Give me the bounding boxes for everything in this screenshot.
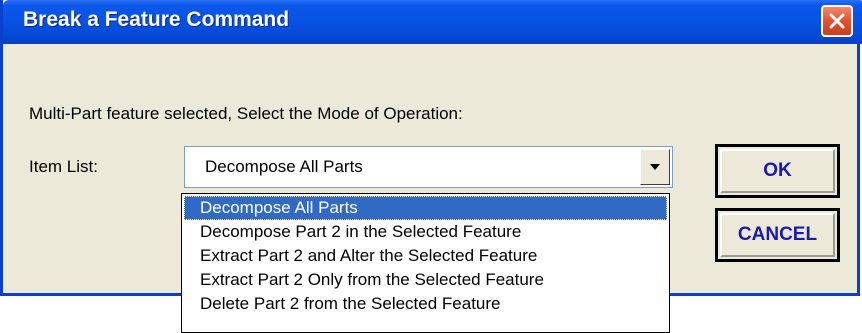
cancel-button[interactable]: CANCEL xyxy=(715,208,840,262)
cancel-button-label: CANCEL xyxy=(737,224,818,245)
dropdown-option[interactable]: Extract Part 2 Only from the Selected Fe… xyxy=(184,268,667,292)
prompt-text: Multi-Part feature selected, Select the … xyxy=(29,104,463,123)
close-button[interactable] xyxy=(821,5,853,37)
close-icon xyxy=(829,13,845,29)
dropdown-option[interactable]: Decompose All Parts xyxy=(184,196,667,220)
item-list-selected-value: Decompose All Parts xyxy=(205,157,363,176)
dropdown-option[interactable]: Decompose Part 2 in the Selected Feature xyxy=(184,220,667,244)
ok-button-label: OK xyxy=(763,160,792,181)
item-list-dropdown: Decompose All Parts Decompose Part 2 in … xyxy=(181,193,670,333)
item-list-combobox[interactable]: Decompose All Parts xyxy=(184,146,673,188)
chevron-down-icon xyxy=(650,164,660,170)
dropdown-option[interactable]: Delete Part 2 from the Selected Feature xyxy=(184,292,667,316)
dropdown-option[interactable]: Extract Part 2 and Alter the Selected Fe… xyxy=(184,244,667,268)
item-list-label: Item List: xyxy=(29,157,98,176)
dropdown-button[interactable] xyxy=(640,149,670,185)
ok-button[interactable]: OK xyxy=(715,144,840,198)
window-title: Break a Feature Command xyxy=(23,8,290,31)
title-bar[interactable]: Break a Feature Command xyxy=(3,0,862,44)
